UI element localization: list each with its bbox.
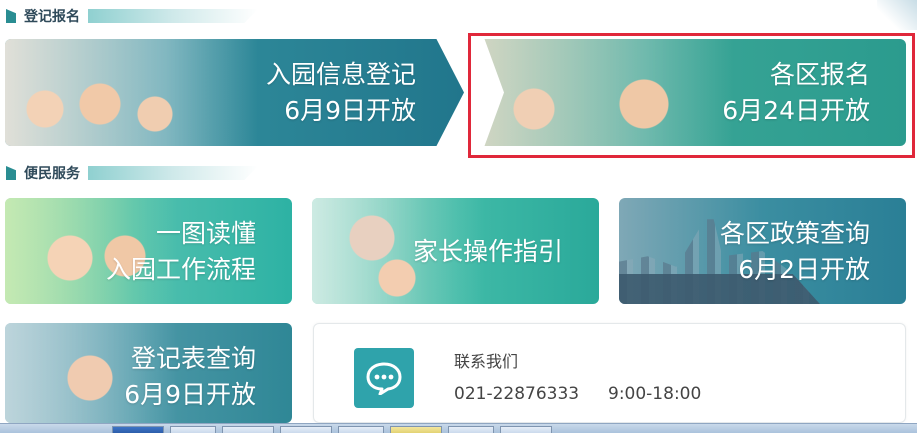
section-ribbon: [88, 9, 258, 23]
card-title: 登记表查询: [130, 344, 256, 373]
card-title: 各区政策查询: [719, 219, 870, 248]
card-title: 各区报名: [769, 60, 870, 89]
taskbar-button[interactable]: [390, 426, 442, 433]
card-title: 家长操作指引: [412, 237, 563, 266]
contact-title: 联系我们: [454, 352, 519, 371]
taskbar-button[interactable]: [170, 426, 216, 433]
contact-phone: 021-22876333: [454, 384, 580, 404]
chat-bubble-icon: [354, 348, 414, 408]
taskbar-button[interactable]: [222, 426, 274, 433]
taskbar-button[interactable]: [112, 426, 164, 433]
card-text: 各区政策查询 6月2日开放: [720, 216, 870, 288]
contact-hours: 9:00-18:00: [608, 384, 702, 404]
card-text: 一图读懂 入园工作流程: [106, 216, 256, 288]
card-text: 入园信息登记 6月9日开放: [266, 57, 416, 129]
section-header-registration: 登记报名: [6, 6, 258, 26]
workflow-infographic-card[interactable]: 一图读懂 入园工作流程: [5, 198, 292, 304]
card-date: 6月2日开放: [738, 255, 870, 284]
section-marker-icon: [6, 166, 16, 180]
chat-bubble-svg: [366, 362, 402, 395]
taskbar-button[interactable]: [500, 426, 552, 433]
section-ribbon: [88, 166, 258, 180]
register-info-card[interactable]: 入园信息登记 6月9日开放: [5, 39, 464, 146]
district-policy-card[interactable]: 各区政策查询 6月2日开放: [619, 198, 906, 304]
district-signup-card[interactable]: 各区报名 6月24日开放: [474, 39, 906, 146]
card-title: 一图读懂: [155, 219, 256, 248]
taskbar-button[interactable]: [448, 426, 494, 433]
card-date: 6月9日开放: [124, 380, 256, 409]
taskbar: [0, 423, 917, 433]
section-title: 便民服务: [24, 166, 80, 182]
registration-lookup-card[interactable]: 登记表查询 6月9日开放: [5, 323, 292, 423]
card-text: 登记表查询 6月9日开放: [124, 341, 256, 413]
card-text: 各区报名 6月24日开放: [722, 57, 870, 129]
card-subtitle: 入园工作流程: [105, 255, 256, 284]
corner-decoration: [877, 0, 917, 30]
taskbar-button[interactable]: [280, 426, 332, 433]
card-title: 入园信息登记: [265, 60, 416, 89]
card-date: 6月9日开放: [284, 96, 416, 125]
parent-guide-card[interactable]: 家长操作指引: [312, 198, 599, 304]
taskbar-button[interactable]: [338, 426, 384, 433]
card-text: 家长操作指引: [413, 234, 563, 270]
contact-panel: 联系我们 021-22876333 9:00-18:00: [313, 323, 906, 423]
section-marker-icon: [6, 9, 16, 23]
card-date: 6月24日开放: [722, 96, 870, 125]
section-header-services: 便民服务: [6, 163, 258, 183]
section-title: 登记报名: [24, 9, 80, 25]
